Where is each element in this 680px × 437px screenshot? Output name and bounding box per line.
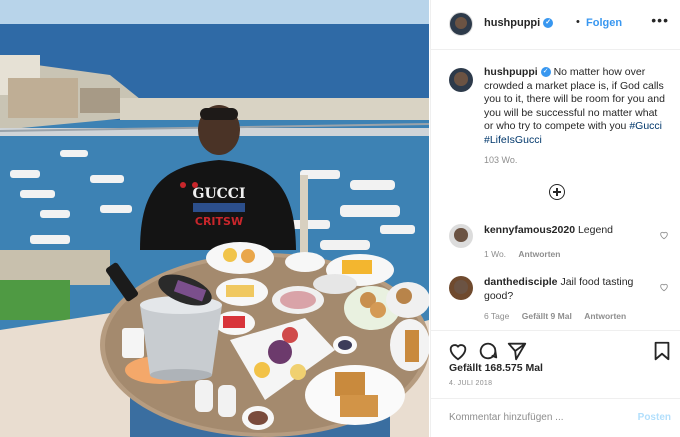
plus-circle-icon[interactable] <box>549 184 565 200</box>
svg-text:CRITSW: CRITSW <box>195 215 243 228</box>
far-shore <box>120 98 429 120</box>
caption-author[interactable]: hushpuppi <box>484 66 538 78</box>
avatar[interactable] <box>449 276 473 300</box>
post-header: hushpuppi ✓ • Folgen ••• <box>431 0 680 50</box>
post-comment-button[interactable]: Posten <box>638 412 671 423</box>
post-photo[interactable]: GUCCI CRITSW <box>0 0 429 437</box>
caption-text: hushpuppi ✓ No matter how over crowded a … <box>484 66 666 148</box>
sweater-logo: GUCCI <box>193 186 246 202</box>
post-photo-scene: GUCCI CRITSW <box>0 0 429 437</box>
avatar[interactable] <box>449 12 473 36</box>
comment-time: 6 Tage <box>484 311 510 321</box>
caption-time: 103 Wo. <box>484 155 518 165</box>
post-author[interactable]: hushpuppi ✓ <box>484 17 554 29</box>
building <box>80 88 120 113</box>
heart-icon[interactable] <box>659 282 669 292</box>
comment-item: danthedisciple Jail food tasting good? 6… <box>449 274 669 321</box>
add-comment-bar: Posten <box>431 398 680 437</box>
heart-icon[interactable] <box>447 340 469 362</box>
comment-time: 1 Wo. <box>484 249 507 259</box>
separator-dot: • <box>576 16 580 28</box>
sky <box>0 0 429 24</box>
comment-text: danthedisciple Jail food tasting good? <box>484 276 644 303</box>
grass <box>0 280 70 320</box>
quay <box>0 250 110 285</box>
avatar[interactable] <box>449 68 473 92</box>
post-sidebar: hushpuppi ✓ • Folgen ••• hushpuppi ✓ No ma… <box>430 0 680 437</box>
likes-count[interactable]: Gefällt 168.575 Mal <box>449 362 543 374</box>
verified-badge-icon: ✓ <box>543 18 554 29</box>
dock <box>300 175 308 255</box>
comment-author[interactable]: danthedisciple <box>484 276 558 288</box>
comment-item: kennyfamous2020 Legend 1 Wo. Antworten <box>449 222 669 267</box>
more-options-icon[interactable]: ••• <box>651 13 669 27</box>
comment-text: kennyfamous2020 Legend <box>484 224 644 238</box>
follow-button[interactable]: Folgen <box>586 17 622 29</box>
share-icon[interactable] <box>506 340 528 362</box>
comment-author[interactable]: kennyfamous2020 <box>484 224 575 236</box>
comment-likes[interactable]: Gefällt 9 Mal <box>522 311 572 321</box>
bookmark-icon[interactable] <box>651 340 673 362</box>
building <box>8 78 78 118</box>
reply-button[interactable]: Antworten <box>584 311 626 321</box>
comment-meta: 1 Wo. Antworten <box>484 249 570 259</box>
comment-icon[interactable] <box>477 340 499 362</box>
post-author-name[interactable]: hushpuppi <box>484 17 540 29</box>
avatar[interactable] <box>449 224 473 248</box>
heart-icon[interactable] <box>659 230 669 240</box>
comment-body: Legend <box>577 224 614 236</box>
verified-badge-icon: ✓ <box>540 67 551 78</box>
comment-input[interactable] <box>449 412 629 423</box>
post-date: 4. JULI 2018 <box>449 380 493 387</box>
reply-button[interactable]: Antworten <box>518 249 560 259</box>
comment-meta: 6 Tage Gefällt 9 Mal Antworten <box>484 311 636 321</box>
